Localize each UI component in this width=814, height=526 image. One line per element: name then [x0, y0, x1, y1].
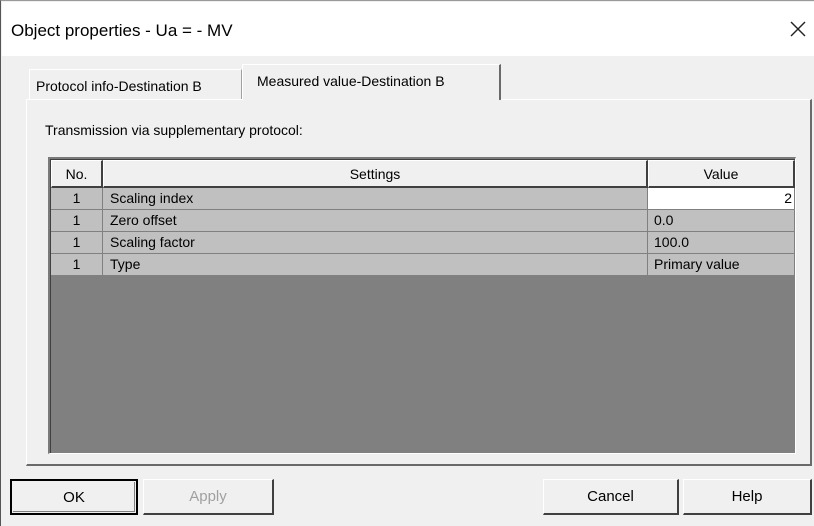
table-row[interactable]: 1 Type Primary value: [51, 254, 795, 276]
table-row[interactable]: 1 Scaling factor 100.0: [51, 232, 795, 254]
column-header-no[interactable]: No.: [51, 160, 103, 188]
cell-setting: Scaling index: [103, 188, 648, 210]
table-row[interactable]: 1 Zero offset 0.0: [51, 210, 795, 232]
panel-caption: Transmission via supplementary protocol:: [45, 122, 303, 138]
value-input[interactable]: 2: [648, 188, 795, 210]
column-header-value[interactable]: Value: [648, 160, 795, 188]
ok-button[interactable]: OK: [10, 479, 138, 515]
cell-setting: Zero offset: [103, 210, 648, 232]
tab-measured-value[interactable]: Measured value-Destination B: [242, 64, 501, 100]
settings-grid: No. Settings Value 1 Scaling index 2 1 Z…: [48, 157, 796, 454]
table-row[interactable]: 1 Scaling index 2: [51, 188, 795, 210]
cell-value[interactable]: Primary value: [648, 254, 795, 276]
close-icon[interactable]: [784, 16, 812, 44]
title-bar: Object properties - Ua = - MV: [2, 2, 814, 56]
cell-no: 1: [51, 188, 103, 210]
tab-protocol-info[interactable]: Protocol info-Destination B: [29, 69, 242, 99]
tab-panel: Transmission via supplementary protocol:…: [26, 99, 812, 466]
cell-no: 1: [51, 232, 103, 254]
cell-setting: Type: [103, 254, 648, 276]
cell-no: 1: [51, 254, 103, 276]
cell-value[interactable]: 0.0: [648, 210, 795, 232]
window-title: Object properties - Ua = - MV: [11, 21, 233, 40]
cell-setting: Scaling factor: [103, 232, 648, 254]
apply-button[interactable]: Apply: [143, 479, 274, 515]
dialog-window: Object properties - Ua = - MV Protocol i…: [0, 0, 814, 526]
tab-label: Measured value-Destination B: [257, 73, 445, 89]
cell-no: 1: [51, 210, 103, 232]
help-button[interactable]: Help: [683, 479, 812, 515]
column-header-settings[interactable]: Settings: [103, 160, 648, 188]
cell-value[interactable]: 100.0: [648, 232, 795, 254]
tab-label: Protocol info-Destination B: [36, 78, 202, 94]
cancel-button[interactable]: Cancel: [543, 479, 679, 515]
